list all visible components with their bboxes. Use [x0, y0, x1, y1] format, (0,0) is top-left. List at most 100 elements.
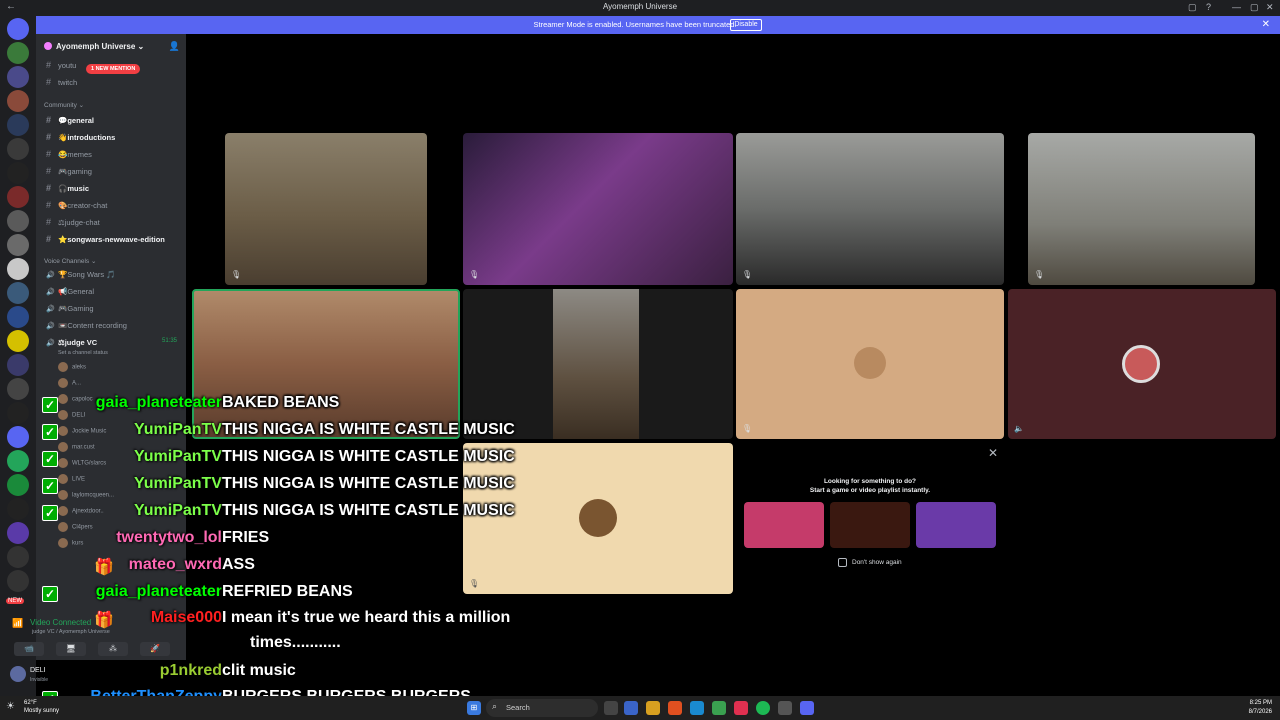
voice-channel-item[interactable]: 🔊 📢General: [46, 287, 94, 296]
window-title: Ayomemph Universe: [602, 2, 678, 11]
chat-text: ASS: [222, 556, 255, 573]
disable-streamer-mode-button[interactable]: Disable: [730, 19, 762, 31]
chat-text: I mean it's true we heard this a million: [222, 609, 511, 626]
vc-status[interactable]: Set a channel status: [58, 350, 108, 356]
chat-text: REFRIED BEANS: [222, 583, 353, 600]
chat-text: THIS NIGGA IS WHITE CASTLE MUSIC: [222, 421, 515, 438]
discord-home-icon[interactable]: [7, 18, 29, 40]
speaker-icon: 🔊: [46, 323, 55, 330]
voice-user[interactable]: A...: [58, 378, 81, 388]
voice-channel-item[interactable]: 🔊 🎮Gaming: [46, 304, 94, 313]
channel-item[interactable]: # 😂memes: [46, 149, 92, 159]
chat-message: ✓ gaia_planeteater REFRIED BEANS: [0, 582, 1280, 609]
camera-button[interactable]: 📹: [14, 642, 44, 656]
banner-close-icon[interactable]: ✕: [1262, 19, 1270, 30]
avatar: [58, 378, 68, 388]
chat-username: gaia_planeteater: [95, 394, 222, 411]
server-icon[interactable]: [7, 258, 29, 280]
inbox-icon[interactable]: ▢: [1188, 2, 1197, 13]
app-icon[interactable]: [778, 701, 792, 715]
video-tile[interactable]: 🎙: [736, 133, 1004, 285]
server-name[interactable]: Ayomemph Universe ⌄: [44, 42, 144, 51]
mic-muted-icon: 🎙: [742, 270, 753, 279]
server-icon[interactable]: [7, 66, 29, 88]
chat-text: THIS NIGGA IS WHITE CASTLE MUSIC: [222, 448, 515, 465]
screen-share-button[interactable]: 🖥: [56, 642, 86, 656]
chat-username: mateo_wxrd: [128, 556, 222, 573]
checkmark-badge-icon: ✓: [42, 478, 58, 494]
file-explorer-icon[interactable]: [646, 701, 660, 715]
music-app-icon[interactable]: [734, 701, 748, 715]
checkmark-badge-icon: ✓: [42, 505, 58, 521]
avatar: [1122, 345, 1160, 383]
channel-twitch[interactable]: # twitch: [46, 77, 77, 87]
category-community[interactable]: Community ⌄: [44, 101, 84, 109]
chat-username: Maise000: [150, 609, 222, 626]
server-icon[interactable]: [7, 114, 29, 136]
hash-icon: #: [46, 234, 52, 244]
channel-item[interactable]: # 👋introductions: [46, 132, 115, 142]
weather-icon[interactable]: ☀: [6, 701, 15, 712]
new-mention-badge[interactable]: 1 NEW MENTION: [86, 64, 141, 74]
task-view-icon[interactable]: [604, 701, 618, 715]
channel-item[interactable]: # ⚖judge-chat: [46, 217, 100, 227]
server-icon[interactable]: [7, 234, 29, 256]
category-voice[interactable]: Voice Channels ⌄: [44, 257, 96, 265]
server-icon[interactable]: [7, 306, 29, 328]
chat-text: FRIES: [222, 529, 270, 546]
soundboard-button[interactable]: 🚀: [140, 642, 170, 656]
channel-item[interactable]: # 🎮gaming: [46, 166, 92, 176]
channel-item[interactable]: # 🎧music: [46, 183, 89, 193]
close-window-button[interactable]: ✕: [1266, 2, 1274, 13]
maximize-button[interactable]: ▢: [1250, 2, 1259, 13]
channel-youtube[interactable]: # youtu: [46, 60, 76, 70]
help-icon[interactable]: ?: [1206, 2, 1211, 12]
channel-item[interactable]: # 💬general: [46, 115, 94, 125]
video-tile[interactable]: 🎙: [1028, 133, 1255, 285]
firefox-icon[interactable]: [668, 701, 682, 715]
activities-button[interactable]: ⁂: [98, 642, 128, 656]
chat-username: twentytwo_lol: [116, 529, 222, 546]
server-icon[interactable]: [7, 42, 29, 64]
discord-icon[interactable]: [800, 701, 814, 715]
server-icon[interactable]: [7, 330, 29, 352]
checkmark-badge-icon: ✓: [42, 451, 58, 467]
clock[interactable]: 8:25 PM 8/7/2026: [1249, 699, 1272, 717]
voice-user[interactable]: aleks: [58, 362, 86, 372]
server-icon[interactable]: [7, 354, 29, 376]
server-icon[interactable]: [7, 210, 29, 232]
server-icon[interactable]: [7, 90, 29, 112]
add-member-icon[interactable]: 👤: [169, 41, 180, 52]
chat-username: YumiPanTV: [133, 475, 222, 492]
avatar: [854, 347, 886, 379]
vc-timer: 51:35: [162, 338, 178, 344]
app-icon[interactable]: [624, 701, 638, 715]
chat-message: ✓ YumiPanTV THIS NIGGA IS WHITE CASTLE MUS…: [0, 474, 1280, 501]
chat-message: twentytwo_lol FRIES: [0, 528, 1280, 555]
search-box[interactable]: ⌕ Search: [486, 699, 598, 717]
chat-message: p1nkred clit music: [0, 661, 1280, 688]
video-tile[interactable]: 🎙: [463, 133, 733, 285]
voice-channel-item[interactable]: 🔊 🏆Song Wars 🎵: [46, 270, 116, 279]
server-icon[interactable]: [7, 282, 29, 304]
speaker-icon: 🔊: [46, 289, 55, 296]
spotify-icon[interactable]: [756, 701, 770, 715]
weather-widget[interactable]: 62°F Mostly sunny: [24, 699, 59, 715]
chat-username: p1nkred: [159, 662, 222, 679]
voice-channel-item[interactable]: 🔊 ⚖judge VC: [46, 338, 97, 347]
channel-item[interactable]: # ⭐songwars-newwave-edition: [46, 234, 165, 244]
video-tile[interactable]: 🎙: [225, 133, 427, 285]
server-icon[interactable]: [7, 186, 29, 208]
channel-item[interactable]: # 🎨creator-chat: [46, 200, 107, 210]
chat-text: THIS NIGGA IS WHITE CASTLE MUSIC: [222, 475, 515, 492]
server-icon[interactable]: [7, 138, 29, 160]
mic-muted-icon: 🎙: [231, 270, 242, 279]
streamer-mode-banner: Streamer Mode is enabled. Usernames have…: [36, 16, 1280, 34]
edge-icon[interactable]: [690, 701, 704, 715]
minimize-button[interactable]: —: [1232, 2, 1241, 12]
app-icon[interactable]: [712, 701, 726, 715]
voice-channel-item[interactable]: 🔊 📼Content recording: [46, 321, 127, 330]
start-icon[interactable]: ⊞: [467, 701, 481, 715]
chat-username: YumiPanTV: [133, 421, 222, 438]
server-icon[interactable]: [7, 162, 29, 184]
